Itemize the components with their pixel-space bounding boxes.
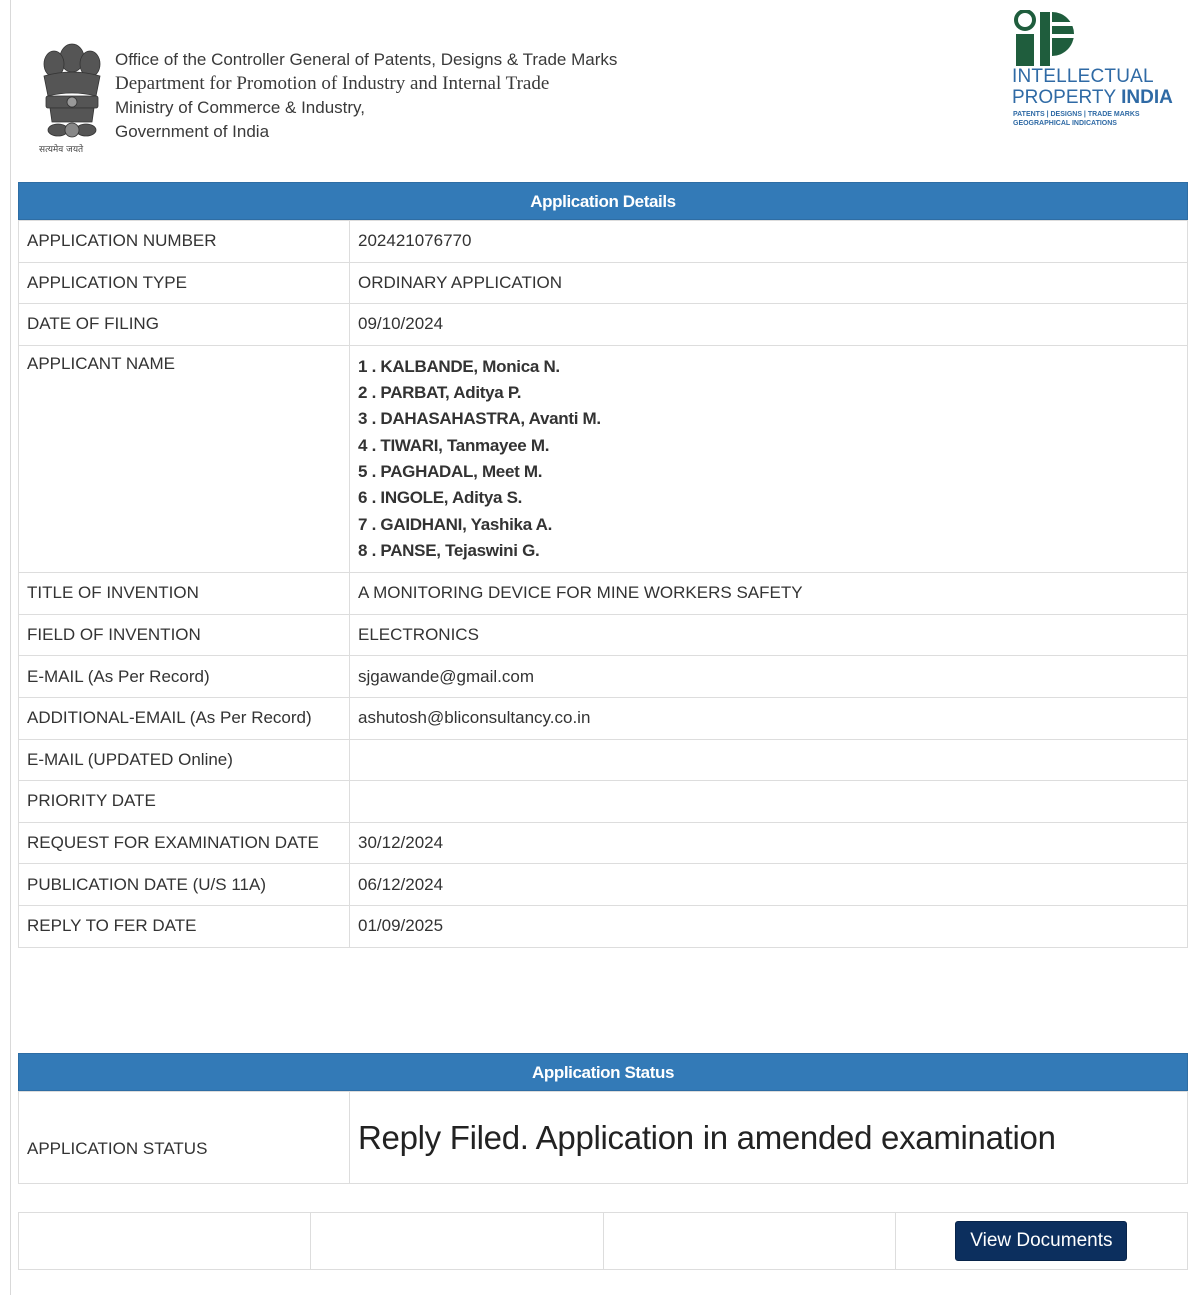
table-row: REQUEST FOR EXAMINATION DATE 30/12/2024 — [18, 821, 1188, 865]
emblem-caption: सत्यमेव जयते — [39, 145, 84, 155]
row-value: ELECTRONICS — [349, 613, 1188, 657]
row-label: E-MAIL (UPDATED Online) — [18, 738, 350, 782]
table-row: APPLICATION NUMBER 202421076770 — [18, 220, 1188, 263]
ip-india-logo: INTELLECTUAL PROPERTY INDIA PATENTS | DE… — [1012, 9, 1182, 135]
actions-cell-empty — [17, 1212, 312, 1270]
national-emblem-icon: सत्यमेव जयते — [36, 38, 108, 156]
table-row: E-MAIL (UPDATED Online) — [18, 738, 1188, 782]
logo-text-subtitle: PATENTS | DESIGNS | TRADE MARKS GEOGRAPH… — [1013, 110, 1140, 128]
ip-india-mark-icon — [1014, 9, 1080, 66]
application-status-label: APPLICATION STATUS — [18, 1091, 350, 1184]
table-row: PRIORITY DATE — [18, 780, 1188, 823]
application-details-header: Application Details — [18, 182, 1188, 220]
row-value: 06/12/2024 — [349, 863, 1188, 906]
actions-cell: View Documents — [894, 1212, 1189, 1270]
row-value: 202421076770 — [349, 220, 1188, 263]
row-label: TITLE OF INVENTION — [18, 572, 350, 615]
org-line-office: Office of the Controller General of Pate… — [115, 50, 618, 69]
actions-row: View Documents — [17, 1212, 1189, 1270]
row-label: REQUEST FOR EXAMINATION DATE — [18, 821, 350, 865]
logo-text-india: INDIA — [1121, 87, 1173, 108]
table-row-applicants: APPLICANT NAME 1 . KALBANDE, Monica N. 2… — [18, 344, 1188, 574]
row-label: DATE OF FILING — [18, 303, 350, 346]
table-row: ADDITIONAL-EMAIL (As Per Record) ashutos… — [18, 696, 1188, 740]
row-label: REPLY TO FER DATE — [18, 904, 350, 948]
org-line-department: Department for Promotion of Industry and… — [115, 73, 550, 94]
actions-cell-empty — [602, 1212, 896, 1270]
logo-text-property-india: PROPERTY INDIA — [1012, 87, 1173, 109]
table-row-status: APPLICATION STATUS Reply Filed. Applicat… — [18, 1091, 1188, 1184]
table-row: DATE OF FILING 09/10/2024 — [18, 303, 1188, 346]
row-label: PUBLICATION DATE (U/S 11A) — [18, 863, 350, 906]
logo-text-property: PROPERTY — [1012, 87, 1122, 108]
applicant-name-label: APPLICANT NAME — [18, 344, 350, 574]
application-details-table: APPLICATION NUMBER 202421076770 APPLICAT… — [18, 220, 1188, 948]
table-row: E-MAIL (As Per Record) sjgawande@gmail.c… — [18, 655, 1188, 698]
table-row: PUBLICATION DATE (U/S 11A) 06/12/2024 — [18, 863, 1188, 906]
logo-text-gi: GEOGRAPHICAL INDICATIONS — [1013, 120, 1117, 127]
table-row: FIELD OF INVENTION ELECTRONICS — [18, 613, 1188, 657]
row-value: 01/09/2025 — [349, 904, 1188, 948]
table-row: APPLICATION TYPE ORDINARY APPLICATION — [18, 261, 1188, 305]
row-label: E-MAIL (As Per Record) — [18, 655, 350, 698]
row-label: APPLICATION TYPE — [18, 261, 350, 305]
view-documents-button[interactable]: View Documents — [955, 1221, 1128, 1261]
org-line-ministry: Ministry of Commerce & Industry, — [115, 98, 366, 117]
applicant-name: 6 . INGOLE, Aditya S. — [358, 488, 523, 508]
row-value: A MONITORING DEVICE FOR MINE WORKERS SAF… — [349, 572, 1188, 615]
applicant-name: 2 . PARBAT, Aditya P. — [358, 383, 522, 403]
applicant-name: 7 . GAIDHANI, Yashika A. — [358, 514, 553, 534]
application-status-value: Reply Filed. Application in amended exam… — [349, 1091, 1188, 1184]
row-label: ADDITIONAL-EMAIL (As Per Record) — [18, 696, 350, 740]
row-label: PRIORITY DATE — [18, 780, 350, 823]
org-lines: Office of the Controller General of Pate… — [115, 48, 617, 144]
table-row: REPLY TO FER DATE 01/09/2025 — [18, 904, 1188, 948]
applicant-name: 4 . TIWARI, Tanmayee M. — [358, 435, 550, 455]
actions-cell-empty — [310, 1212, 604, 1270]
row-value — [349, 738, 1188, 782]
application-status-header: Application Status — [18, 1053, 1188, 1091]
applicant-name: 5 . PAGHADAL, Meet M. — [358, 461, 543, 481]
logo-text-offices: PATENTS | DESIGNS | TRADE MARKS — [1013, 111, 1140, 118]
table-row: TITLE OF INVENTION A MONITORING DEVICE F… — [18, 572, 1188, 615]
row-value — [349, 780, 1188, 823]
logo-text-intellectual: INTELLECTUAL — [1012, 66, 1154, 87]
row-value: ashutosh@bliconsultancy.co.in — [349, 696, 1188, 740]
applicant-list: 1 . KALBANDE, Monica N. 2 . PARBAT, Adit… — [349, 344, 1188, 574]
row-value: 30/12/2024 — [349, 821, 1188, 865]
org-line-government: Government of India — [115, 122, 270, 141]
applicant-name: 3 . DAHASAHASTRA, Avanti M. — [358, 409, 601, 429]
row-value: ORDINARY APPLICATION — [349, 261, 1188, 305]
row-label: APPLICATION NUMBER — [18, 220, 350, 263]
site-header: सत्यमेव जयते Office of the Controller Ge… — [36, 9, 1186, 161]
row-label: FIELD OF INVENTION — [18, 613, 350, 657]
application-status-table: APPLICATION STATUS Reply Filed. Applicat… — [18, 1091, 1188, 1184]
row-value: 09/10/2024 — [349, 303, 1188, 346]
row-value: sjgawande@gmail.com — [349, 655, 1188, 698]
applicant-name: 1 . KALBANDE, Monica N. — [358, 356, 560, 376]
applicant-name: 8 . PANSE, Tejaswini G. — [358, 540, 540, 560]
